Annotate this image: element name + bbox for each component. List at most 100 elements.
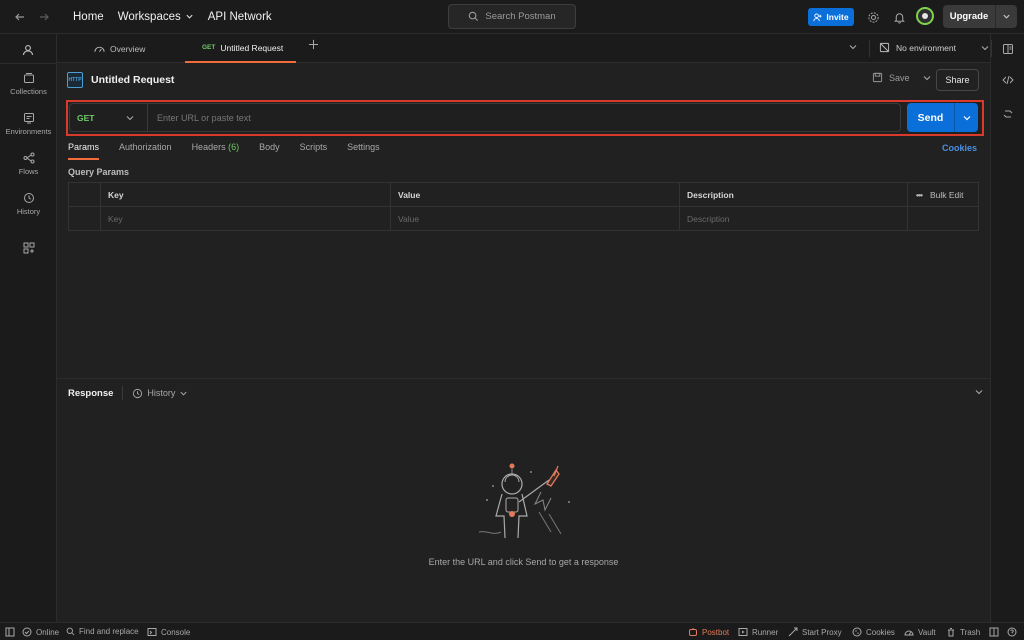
status-find-replace[interactable]: Find and replace [66, 627, 139, 636]
method-select[interactable]: GET [70, 104, 148, 131]
overview-icon [94, 46, 105, 52]
status-cookies[interactable]: Cookies [852, 627, 895, 637]
status-postbot[interactable]: Postbot [688, 627, 729, 637]
postbot-icon [689, 628, 697, 636]
environment-quick-look-icon[interactable] [999, 40, 1017, 58]
status-bar: Online Find and replace Console Postbot … [0, 622, 1024, 640]
nav-api-network[interactable]: API Network [208, 11, 272, 23]
new-tab-plus-icon[interactable] [308, 39, 319, 50]
request-title[interactable]: Untitled Request [91, 74, 174, 86]
sidebar-item-add-workbench[interactable] [0, 242, 57, 254]
tab-params[interactable]: Params [68, 142, 100, 160]
chevron-down-icon[interactable] [996, 12, 1017, 21]
chevron-down-icon[interactable] [955, 113, 978, 123]
tab-overview[interactable]: Overview [94, 34, 145, 63]
sidebar-divider [0, 63, 57, 64]
http-request-icon: HTTP [67, 72, 83, 88]
chevron-down-icon [186, 14, 193, 19]
value-input[interactable]: Value [391, 207, 680, 231]
tab-authorization[interactable]: Authorization [119, 142, 172, 160]
sidebar-item-flows[interactable]: Flows [0, 152, 57, 176]
cookies-link[interactable]: Cookies [942, 143, 977, 153]
empty-cell [908, 207, 978, 231]
tab-bar: Overview GET Untitled Request No environ… [57, 34, 990, 63]
proxy-icon [788, 627, 798, 637]
sidebar-item-collections[interactable]: Collections [0, 72, 57, 96]
share-button[interactable]: Share [936, 69, 979, 91]
save-button[interactable]: Save [872, 72, 932, 83]
chevron-down-icon [980, 43, 990, 53]
user-icon[interactable] [18, 40, 38, 60]
status-label: Console [161, 627, 191, 637]
key-input[interactable]: Key [101, 207, 391, 231]
status-console[interactable]: Console [147, 627, 190, 637]
related-collections-icon[interactable] [999, 105, 1017, 123]
sidebar-item-environments[interactable]: Environments [0, 112, 57, 136]
tab-untitled-request[interactable]: GET Untitled Request [185, 34, 296, 63]
status-runner[interactable]: Runner [738, 627, 778, 637]
flows-icon [23, 152, 34, 164]
chevron-down-icon[interactable] [922, 73, 932, 83]
more-options-icon[interactable]: ••• [916, 190, 923, 200]
two-pane-view-icon[interactable] [989, 627, 999, 637]
tab-label: Untitled Request [220, 42, 284, 53]
tabs-dropdown-chevron-icon[interactable] [848, 42, 858, 52]
environment-label: No environment [896, 42, 957, 53]
sidebar-item-label: Environments [5, 127, 52, 136]
response-title: Response [68, 387, 114, 399]
upgrade-button[interactable]: Upgrade [943, 5, 1017, 28]
status-vault[interactable]: Vault [904, 627, 936, 637]
status-label: Cookies [866, 627, 895, 637]
code-icon[interactable] [999, 71, 1017, 89]
table-header-row: Key Value Description ••• Bulk Edit [69, 183, 978, 207]
collapse-chevron-icon[interactable] [974, 387, 984, 397]
online-check-icon [22, 627, 32, 637]
send-button[interactable]: Send [907, 103, 978, 132]
status-online[interactable]: Online [22, 627, 59, 637]
history-icon [133, 388, 143, 398]
url-bar: GET [69, 103, 901, 132]
chevron-down-icon [125, 113, 135, 123]
description-input[interactable]: Description [680, 207, 908, 231]
nav-workspaces[interactable]: Workspaces [118, 11, 194, 23]
bulk-edit-button[interactable]: ••• Bulk Edit [908, 183, 978, 207]
nav-home[interactable]: Home [73, 11, 104, 23]
response-history-button[interactable]: History [132, 388, 188, 399]
status-label: Postbot [702, 627, 730, 637]
empty-response-message: Enter the URL and click Send to get a re… [428, 557, 619, 567]
sidebar-item-history[interactable]: History [0, 192, 57, 216]
status-trash[interactable]: Trash [946, 627, 980, 637]
status-start-proxy[interactable]: Start Proxy [788, 627, 842, 637]
table-row: Key Value Description [69, 207, 978, 231]
environment-selector[interactable]: No environment [879, 42, 990, 53]
bulk-edit-label: Bulk Edit [929, 190, 964, 200]
runner-icon [738, 628, 748, 636]
user-avatar[interactable] [916, 7, 934, 25]
notification-bell-icon[interactable] [890, 8, 908, 26]
headers-count: (6) [228, 142, 240, 152]
settings-gear-icon[interactable] [864, 8, 882, 26]
response-divider[interactable] [57, 378, 990, 379]
search-bar[interactable]: Search Postman [448, 4, 576, 29]
response-divider-line [122, 386, 124, 400]
trash-icon [948, 628, 954, 637]
row-checkbox[interactable] [69, 207, 101, 231]
search-placeholder: Search Postman [485, 11, 556, 22]
chevron-down-icon [180, 391, 187, 396]
request-panel: HTTP Untitled Request Save Share GET Sen… [57, 64, 990, 622]
tab-label: Overview [110, 43, 146, 54]
status-label: Vault [918, 627, 936, 637]
forward-arrow-icon[interactable] [33, 6, 55, 28]
tab-body[interactable]: Body [259, 142, 280, 160]
query-params-table: Key Value Description ••• Bulk Edit Key … [68, 182, 979, 231]
tab-headers[interactable]: Headers (6) [192, 142, 240, 160]
add-user-icon [813, 12, 822, 21]
back-arrow-icon[interactable] [9, 6, 31, 28]
help-icon[interactable] [1007, 627, 1017, 637]
invite-button[interactable]: Invite [808, 8, 854, 26]
toggle-sidebar-icon[interactable] [5, 627, 15, 637]
search-icon [66, 627, 75, 636]
tab-settings[interactable]: Settings [347, 142, 380, 160]
url-input[interactable] [148, 104, 900, 131]
tab-scripts[interactable]: Scripts [300, 142, 328, 160]
